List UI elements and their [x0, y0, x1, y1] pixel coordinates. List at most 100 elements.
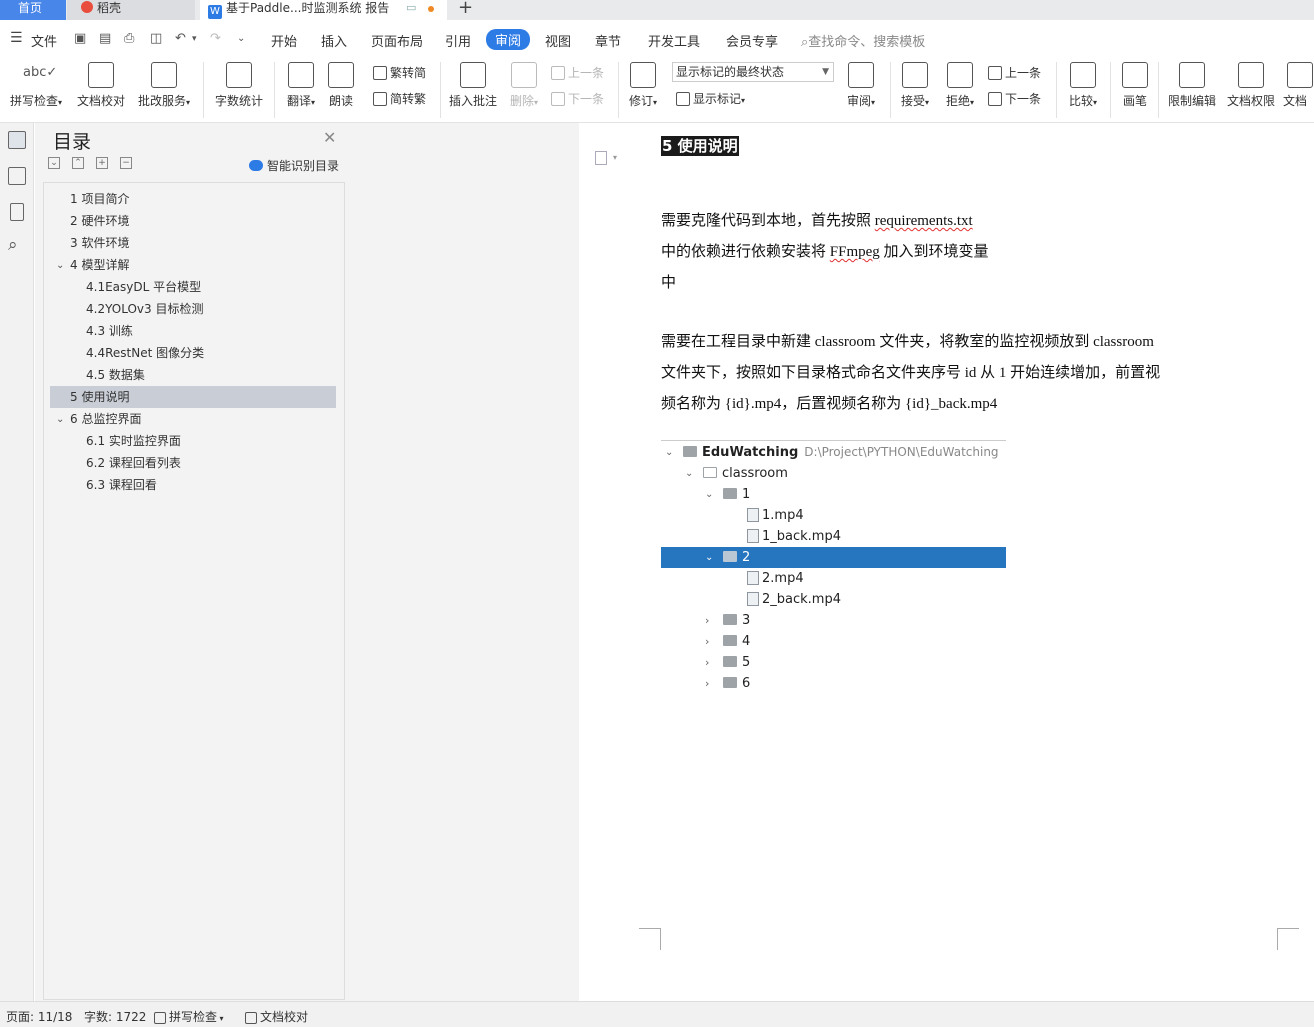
chevron-down-icon: ⌄ [705, 489, 714, 500]
tree-root-name: EduWatching [702, 445, 799, 460]
collapse-up-icon[interactable]: ⌃ [72, 157, 84, 169]
toc-item[interactable]: 6 总监控界面 [70, 408, 141, 430]
menu-page-layout[interactable]: 页面布局 [371, 31, 423, 50]
tab-daoke-label: 稻壳 [97, 1, 122, 15]
delete-comment-label: 删除 [509, 94, 534, 108]
pen-button[interactable]: 画笔 [1118, 60, 1152, 116]
menu-review[interactable]: 审阅 [486, 29, 531, 50]
ribbon-separator [618, 62, 619, 118]
search-icon[interactable]: ⌕ [8, 235, 18, 255]
smart-toc-button[interactable]: 智能识别目录 [249, 157, 339, 174]
next-change-button[interactable]: 下一条 [988, 90, 1041, 107]
menu-view[interactable]: 视图 [545, 31, 571, 50]
word-count-button[interactable]: 字数统计 [212, 60, 266, 116]
print-preview-icon[interactable]: ◫ [150, 31, 162, 46]
toc-item[interactable]: 6.3 课程回看 [86, 474, 157, 496]
doc-permission-label: 文档权限 [1226, 94, 1275, 108]
doc-permission-button[interactable]: 文档权限 [1225, 60, 1277, 116]
word-count-indicator[interactable]: 字数: 1722 [84, 1008, 146, 1025]
expand-down-icon[interactable]: ⌄ [48, 157, 60, 169]
review-pane-button[interactable]: 审阅▾ [843, 60, 879, 116]
new-tab-button[interactable]: + [458, 0, 473, 18]
compare-button[interactable]: 比较▾ [1064, 60, 1102, 116]
tree-row: 2_back.mp4 [661, 589, 1006, 610]
tree-file-name: 2_back.mp4 [762, 592, 841, 607]
menu-chapter[interactable]: 章节 [595, 31, 621, 50]
spell-check-button[interactable]: abc✓ 拼写检查▾ [6, 60, 66, 116]
toc-item[interactable]: 3 软件环境 [70, 232, 129, 254]
delete-comment-button[interactable]: 删除▾ [506, 60, 542, 116]
toc-item[interactable]: 2 硬件环境 [70, 210, 129, 232]
show-marks-button[interactable]: 显示标记▾ [676, 90, 745, 107]
save-icon[interactable]: ▣ [74, 31, 86, 46]
ribbon-separator [1158, 62, 1159, 118]
toc-item[interactable]: 6.1 实时监控界面 [86, 430, 181, 452]
tab-home[interactable]: 首页 [0, 0, 66, 20]
toc-item[interactable]: 6.2 课程回看列表 [86, 452, 181, 474]
status-spell-check[interactable]: 拼写检查 ▾ [154, 1008, 224, 1025]
doc-extra-icon [1287, 62, 1313, 88]
next-comment-button[interactable]: 下一条 [551, 90, 604, 107]
chevron-down-icon[interactable]: ⌄ [56, 260, 64, 271]
hamburger-icon[interactable]: ☰ [10, 30, 23, 46]
chevron-down-icon[interactable]: ⌄ [56, 414, 64, 425]
toc-item[interactable]: 4 模型详解 [70, 254, 129, 276]
translate-button[interactable]: 翻译▾ [282, 60, 320, 116]
tab-daoke[interactable]: 稻壳 [67, 0, 195, 20]
revise-service-button[interactable]: 批改服务▾ [134, 60, 194, 116]
paragraph-line: 需要克隆代码到本地，首先按照 requirements.txt [661, 209, 973, 230]
more-dropdown-icon[interactable]: ⌄ [237, 33, 245, 44]
menu-start[interactable]: 开始 [271, 31, 297, 50]
paragraph-menu-icon[interactable] [595, 151, 607, 165]
command-search[interactable]: ⌕查找命令、搜索模板 [801, 31, 925, 50]
toc-item[interactable]: 1 项目简介 [70, 188, 129, 210]
proof-icon [245, 1012, 257, 1024]
document-page[interactable]: ▾ 5 使用说明 需要克隆代码到本地，首先按照 requirements.txt… [579, 123, 1314, 1001]
prev-change-button[interactable]: 上一条 [988, 64, 1041, 81]
toc-panel-icon[interactable] [8, 131, 26, 149]
prev-comment-button[interactable]: 上一条 [551, 64, 604, 81]
accept-button[interactable]: 接受▾ [897, 60, 933, 116]
simp-to-trad-button[interactable]: 简转繁 [373, 90, 426, 107]
toc-item[interactable]: 4.3 训练 [86, 320, 133, 342]
close-icon[interactable]: ✕ [323, 128, 336, 147]
doc-proof-button[interactable]: 文档校对 [74, 60, 128, 116]
trad-to-simp-button[interactable]: 繁转简 [373, 64, 426, 81]
insert-comment-button[interactable]: 插入批注 [447, 60, 499, 116]
toc-item[interactable]: 4.4RestNet 图像分类 [86, 342, 204, 364]
undo-icon[interactable]: ↶ [175, 31, 186, 46]
bookmark-icon[interactable] [10, 203, 24, 221]
revise-button[interactable]: 修订▾ [625, 60, 661, 116]
toc-item[interactable]: 4.5 数据集 [86, 364, 145, 386]
doc-extra-button[interactable]: 文档 [1283, 60, 1314, 116]
tree-row-content: 2_back.mp4 [747, 589, 841, 610]
redo-icon[interactable]: ↷ [210, 31, 221, 46]
menu-dev-tools[interactable]: 开发工具 [648, 31, 700, 50]
chevron-down-icon: ⌄ [705, 552, 714, 563]
text-run: 中的依赖进行依赖安装将 [661, 244, 830, 260]
status-doc-proof[interactable]: 文档校对 [245, 1008, 308, 1025]
chapter-nav-icon[interactable] [8, 167, 26, 185]
export-pdf-icon[interactable]: ▤ [99, 31, 111, 46]
restrict-edit-button[interactable]: 限制编辑 [1166, 60, 1218, 116]
menu-reference[interactable]: 引用 [445, 31, 471, 50]
next-change-icon [988, 92, 1002, 106]
toc-item[interactable]: 4.1EasyDL 平台模型 [86, 276, 201, 298]
reject-button[interactable]: 拒绝▾ [942, 60, 978, 116]
toc-panel: 目录 ✕ ⌄ ⌃ + − 智能识别目录 1 项目简介 2 硬件环境 3 软件环境… [35, 123, 351, 1001]
menu-file[interactable]: 文件 [31, 31, 57, 50]
collapse-all-icon[interactable]: − [120, 157, 132, 169]
expand-all-icon[interactable]: + [96, 157, 108, 169]
read-aloud-button[interactable]: 朗读 [326, 60, 356, 116]
tree-row-content: 1 [723, 484, 750, 505]
toc-item[interactable]: 4.2YOLOv3 目标检测 [86, 298, 203, 320]
menu-insert[interactable]: 插入 [321, 31, 347, 50]
display-mode-select[interactable]: 显示标记的最终状态 ▼ [672, 62, 834, 82]
monitor-icon[interactable]: ▭ [406, 1, 416, 14]
toc-item-selected[interactable]: 5 使用说明 [50, 386, 336, 408]
tree-row: › 4 [661, 631, 1006, 652]
print-icon[interactable]: ⎙ [124, 31, 134, 46]
undo-dropdown-icon[interactable]: ▾ [192, 34, 197, 44]
page-indicator[interactable]: 页面: 11/18 [6, 1008, 72, 1025]
menu-member[interactable]: 会员专享 [726, 31, 778, 50]
